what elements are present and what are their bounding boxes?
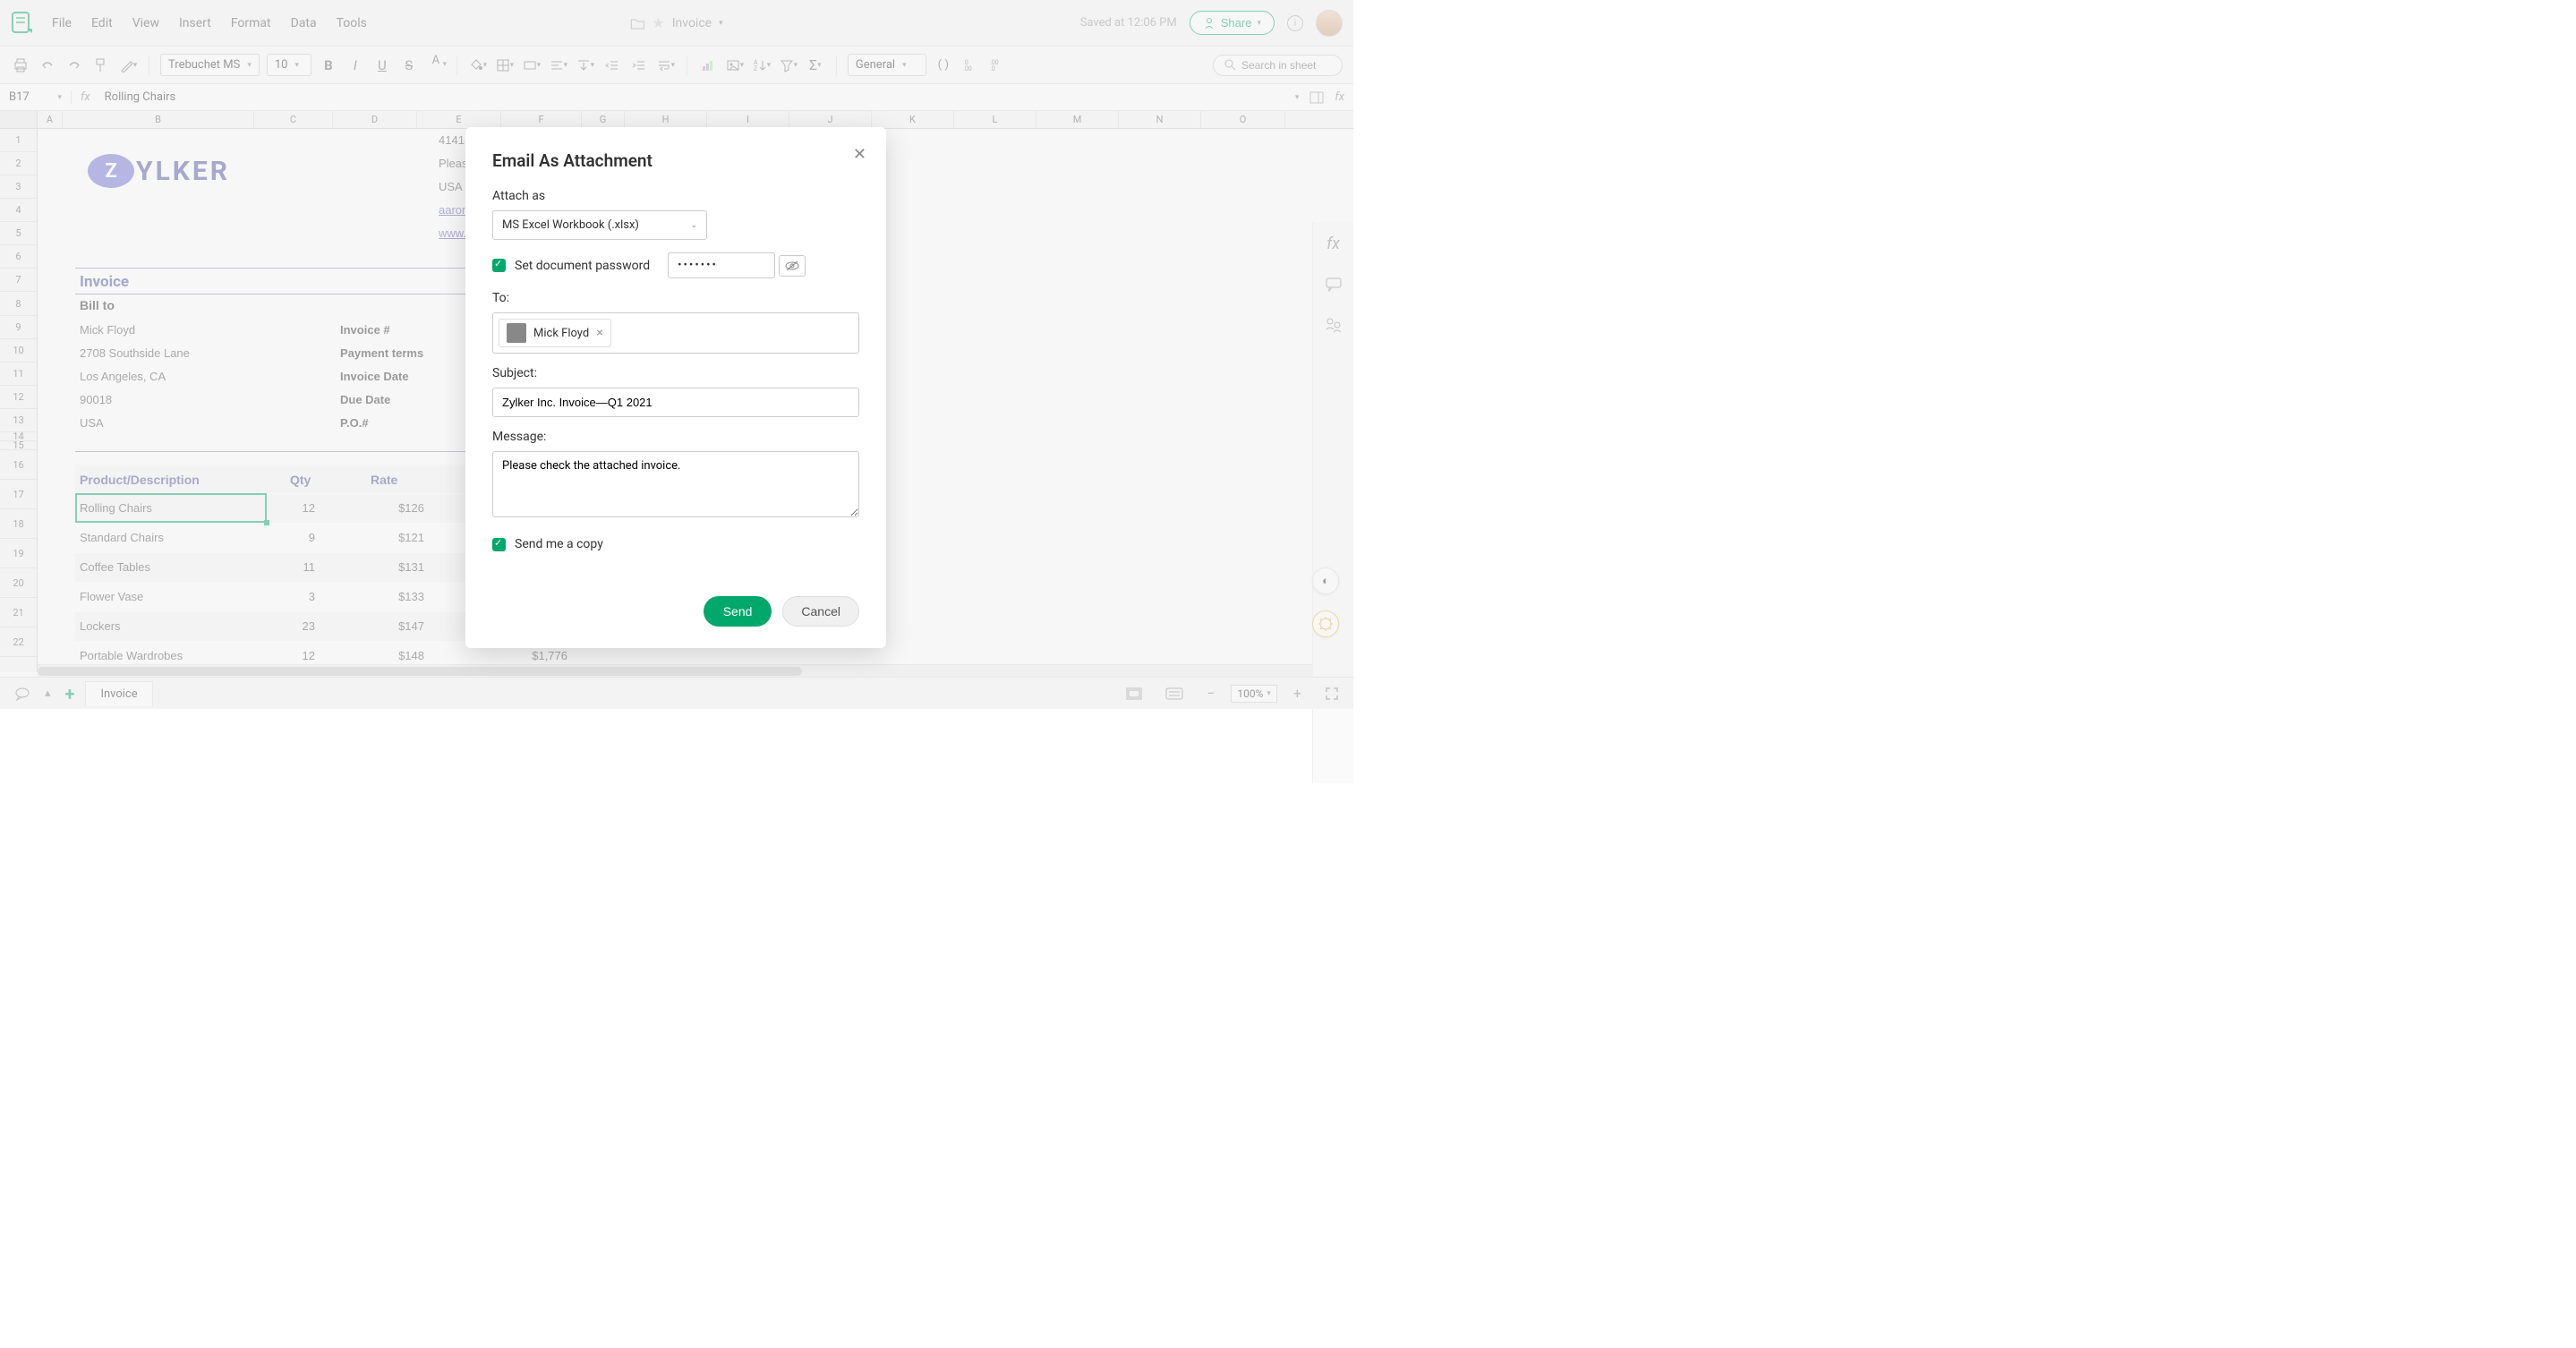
- subject-label: Subject:: [492, 366, 859, 380]
- set-password-checkbox[interactable]: [492, 259, 506, 272]
- email-attachment-dialog: Email As Attachment ✕ Attach as MS Excel…: [465, 127, 886, 648]
- send-copy-checkbox[interactable]: [492, 538, 506, 551]
- recipient-name: Mick Floyd: [533, 327, 589, 340]
- set-password-label: Set document password: [515, 259, 650, 273]
- subject-input[interactable]: [492, 388, 859, 417]
- send-copy-label: Send me a copy: [515, 537, 603, 551]
- cancel-button[interactable]: Cancel: [782, 596, 859, 627]
- message-textarea[interactable]: [492, 451, 859, 517]
- remove-recipient-icon[interactable]: ×: [596, 326, 602, 340]
- show-password-icon[interactable]: [779, 255, 806, 277]
- close-icon[interactable]: ✕: [853, 145, 866, 164]
- recipient-chip: Mick Floyd ×: [499, 319, 611, 347]
- to-label: To:: [492, 291, 859, 305]
- password-field[interactable]: •••••••: [668, 252, 775, 278]
- attach-as-label: Attach as: [492, 189, 859, 203]
- send-button[interactable]: Send: [704, 596, 772, 627]
- chevron-down-icon: ⌄: [690, 221, 697, 230]
- recipients-field[interactable]: Mick Floyd ×: [492, 312, 859, 354]
- recipient-avatar: [507, 323, 526, 343]
- message-label: Message:: [492, 430, 859, 444]
- attach-format-select[interactable]: MS Excel Workbook (.xlsx) ⌄: [492, 210, 707, 240]
- dialog-title: Email As Attachment: [492, 150, 859, 171]
